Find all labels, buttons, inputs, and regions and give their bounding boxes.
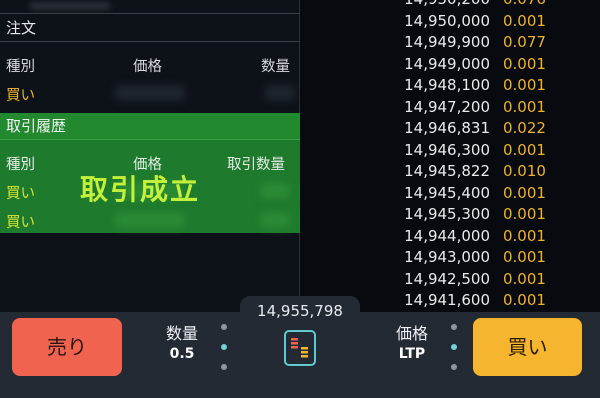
price-row[interactable]: 14,950,200 0.076 — [300, 0, 600, 11]
price-row[interactable]: 14,944,000 0.001 — [300, 226, 600, 248]
price-dot — [451, 364, 457, 370]
qty-label: 数量 — [165, 324, 198, 343]
history-side: 買い — [6, 186, 35, 202]
blurred-qty — [260, 183, 290, 199]
cut-off-header — [0, 0, 300, 14]
history-col-qty: 取引数量 — [227, 157, 285, 173]
price-value: 14,945,300 — [404, 205, 490, 223]
qty-value: 0.001 — [503, 248, 546, 266]
qty-value: 0.001 — [503, 205, 546, 223]
qty-value: 0.001 — [503, 291, 546, 309]
trade-history-section: 取引履歴 種別 価格 取引数量 買い 買い 取引成立 — [0, 113, 300, 233]
qty-value: 0.010 — [503, 162, 546, 180]
trade-filled-banner: 取引成立 — [80, 173, 201, 206]
price-row[interactable]: 14,943,000 0.001 — [300, 247, 600, 269]
price-row[interactable]: 14,949,900 0.077 — [300, 32, 600, 54]
qty-value: 0.001 — [503, 54, 546, 73]
sell-button[interactable]: 売り — [12, 318, 122, 376]
buy-button[interactable]: 買い — [473, 318, 582, 376]
qty-value: 0.077 — [503, 33, 546, 51]
last-price-tab: 14,955,798 — [240, 296, 360, 330]
blurred-price — [115, 212, 185, 228]
price-row[interactable]: 14,947,200 0.001 — [300, 97, 600, 119]
price-value: 14,950,000 — [404, 11, 490, 30]
price-value: 14,944,000 — [404, 226, 490, 245]
price-value: 14,943,000 — [404, 248, 490, 266]
order-side: 買い — [6, 88, 35, 104]
price-dot-active — [451, 344, 457, 350]
price-row[interactable]: 14,945,822 0.010 — [300, 161, 600, 183]
blurred-qty — [265, 85, 295, 101]
history-col-type: 種別 — [6, 157, 35, 173]
price-value: 14,950,200 — [370, 0, 490, 11]
qty-value: 0.001 — [503, 97, 546, 116]
price-row[interactable]: 14,949,000 0.001 — [300, 54, 600, 76]
price-row[interactable]: 14,946,831 0.022 — [300, 118, 600, 140]
history-side: 買い — [6, 215, 35, 231]
price-value: 14,949,000 — [404, 54, 490, 73]
price-value: 14,945,400 — [404, 183, 490, 202]
qty-dot — [221, 364, 227, 370]
qty-dot-active — [221, 344, 227, 350]
history-section-title: 取引履歴 — [0, 113, 300, 140]
qty-value: 0.076 — [503, 0, 546, 11]
price-label: 価格 — [395, 324, 428, 343]
order-col-type: 種別 — [6, 59, 35, 75]
price-value: 14,941,600 — [404, 291, 490, 309]
order-book-list: 14,950,2000.07614,950,0000.00114,949,900… — [300, 0, 600, 312]
qty-value: 0.001 — [503, 140, 546, 159]
price-row[interactable]: 14,942,500 0.001 — [300, 269, 600, 291]
qty-value: 0.001 — [503, 76, 546, 94]
qty-value: 0.001 — [503, 269, 546, 288]
price-row[interactable]: 14,946,300 0.001 — [300, 140, 600, 162]
blurred-text — [30, 2, 110, 10]
price-value: 14,948,100 — [404, 76, 490, 94]
qty-value: 0.5 — [169, 346, 195, 362]
blurred-qty — [260, 212, 290, 228]
price-value: 14,946,300 — [404, 140, 490, 159]
price-value: LTP — [398, 346, 426, 362]
price-dot — [451, 324, 457, 330]
price-row[interactable]: 14,948,100 0.001 — [300, 75, 600, 97]
qty-value: 0.022 — [503, 119, 546, 137]
order-col-price: 価格 — [133, 59, 162, 75]
order-section-title: 注文 — [0, 15, 300, 42]
order-book-icon[interactable] — [284, 330, 316, 366]
price-value: 14,949,900 — [404, 33, 490, 51]
price-value: 14,947,200 — [404, 97, 490, 116]
qty-value: 0.001 — [503, 11, 546, 30]
order-col-qty: 数量 — [261, 59, 290, 75]
blurred-price — [115, 85, 185, 101]
order-book-icon-glyph — [291, 338, 308, 358]
price-row[interactable]: 14,950,000 0.001 — [300, 11, 600, 33]
price-value: 14,945,822 — [404, 162, 490, 180]
price-row[interactable]: 14,945,300 0.001 — [300, 204, 600, 226]
qty-dot — [221, 324, 227, 330]
price-row[interactable]: 14,945,400 0.001 — [300, 183, 600, 205]
order-panel: 注文 種別 価格 数量 買い 取引履歴 種別 価格 取引数量 買い 買い 取引成… — [0, 0, 300, 312]
qty-value: 0.001 — [503, 226, 546, 245]
price-value: 14,942,500 — [404, 269, 490, 288]
qty-value: 0.001 — [503, 183, 546, 202]
price-value: 14,946,831 — [404, 119, 490, 137]
